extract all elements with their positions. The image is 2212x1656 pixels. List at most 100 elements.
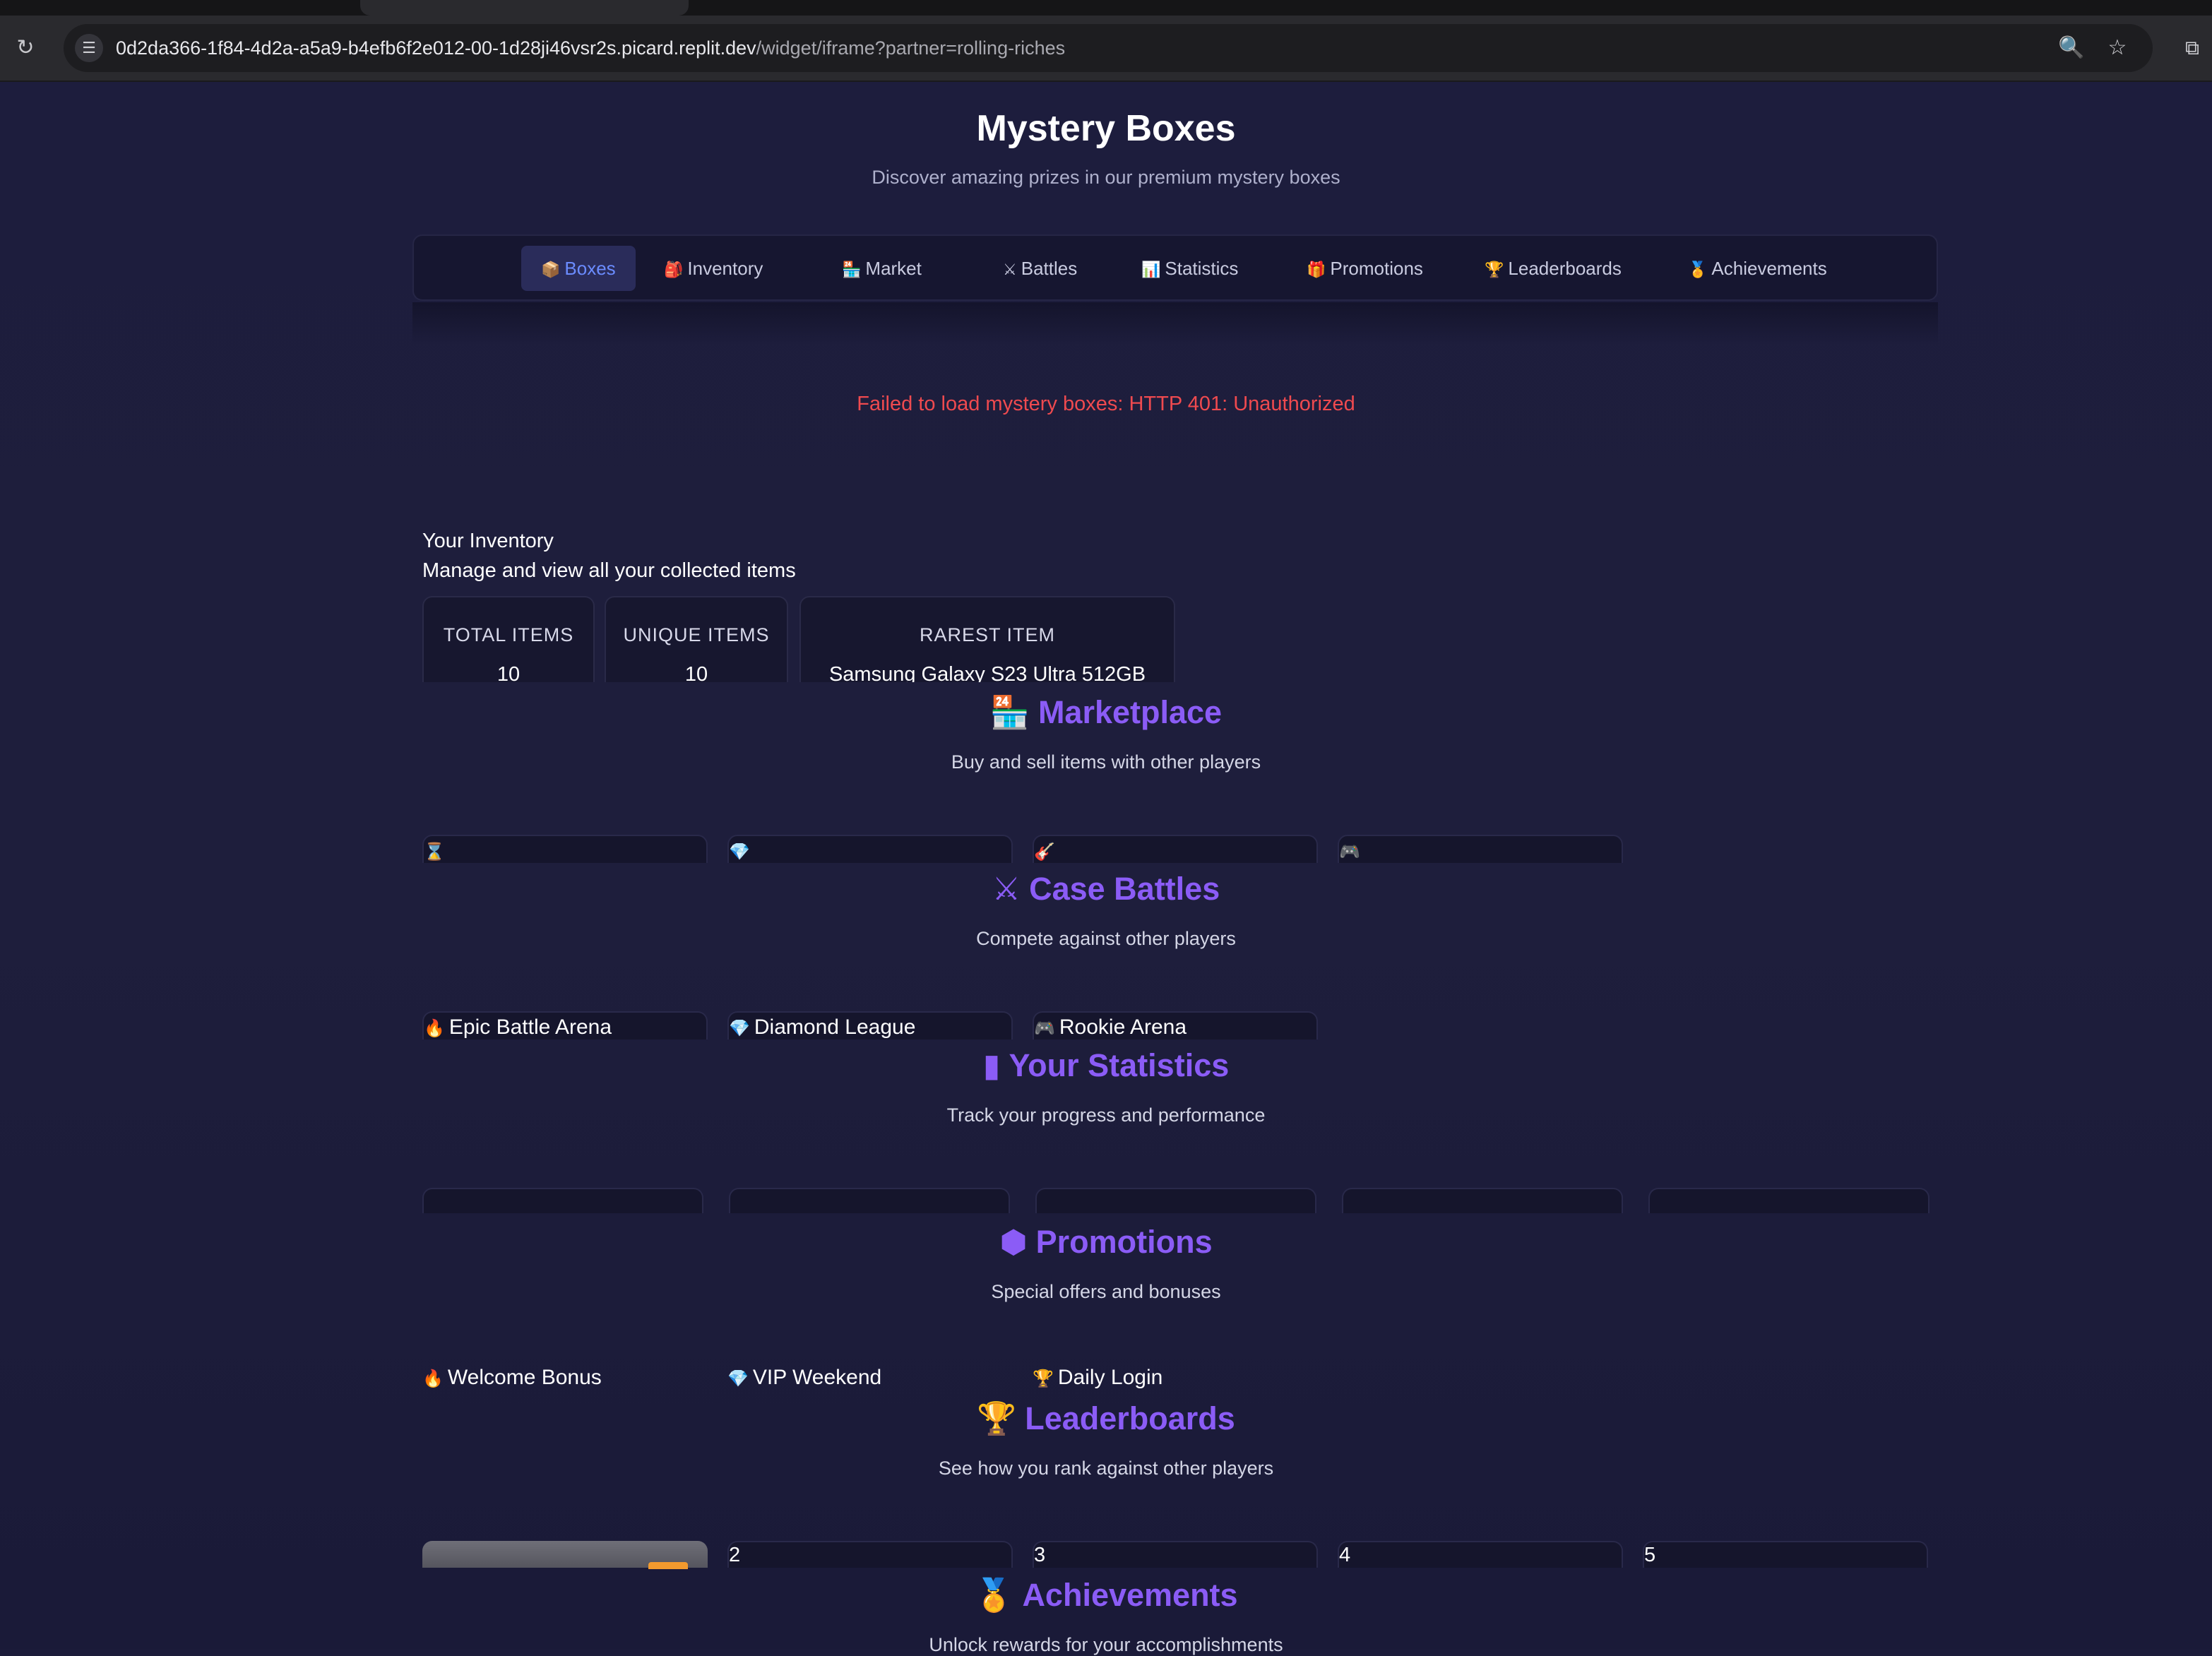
tab-promotions[interactable]: 🎁 Promotions (1287, 246, 1443, 291)
marketplace-title: 🏪 Marketplace (0, 693, 2212, 731)
medal-icon: 🏅 (974, 1577, 1014, 1613)
tab-market[interactable]: 🏪 Market (822, 246, 941, 291)
page-title: Mystery Boxes (976, 108, 1236, 149)
leaderboard-rank-1-card[interactable] (422, 1541, 708, 1569)
rank-number: 3 (1034, 1544, 1046, 1566)
hourglass-icon: ⌛ (424, 842, 445, 862)
tab-label: Achievements (1711, 258, 1827, 279)
section-title-text: Your Statistics (1009, 1047, 1230, 1083)
reload-icon[interactable]: ↻ (13, 35, 38, 61)
url-text[interactable]: 0d2da366-1f84-4d2a-a5a9-b4efb6f2e012-00-… (116, 24, 1065, 72)
marketplace-subtitle: Buy and sell items with other players (951, 751, 1261, 773)
battle-name: Epic Battle Arena (448, 1015, 612, 1039)
stat-label: TOTAL ITEMS (443, 624, 574, 645)
tabs-shadow (412, 302, 1938, 345)
bookmark-star-icon[interactable]: ☆ (2105, 35, 2130, 61)
section-title-text: Leaderboards (1025, 1400, 1235, 1436)
store-icon: 🏪 (842, 261, 862, 278)
stat-card-rarest-item: RAREST ITEM Samsung Galaxy S23 Ultra 512… (799, 596, 1175, 682)
browser-tab-strip (0, 0, 2212, 16)
tab-label: Battles (1021, 258, 1078, 279)
battle-name: Rookie Arena (1059, 1015, 1187, 1039)
store-icon: 🏪 (989, 694, 1030, 730)
gamepad-icon: 🎮 (1339, 842, 1360, 862)
battle-card[interactable]: 🎮 Rookie Arena (1033, 1011, 1318, 1040)
section-title-text: Case Battles (1029, 871, 1220, 907)
error-message: Failed to load mystery boxes: HTTP 401: … (857, 393, 1355, 415)
leaderboard-rank-card[interactable]: 5 (1643, 1541, 1928, 1568)
tab-label: Promotions (1330, 258, 1423, 279)
crossed-swords-icon: ⚔ (1003, 261, 1017, 278)
stat-label: UNIQUE ITEMS (623, 624, 770, 645)
url-host: 0d2da366-1f84-4d2a-a5a9-b4efb6f2e012-00-… (116, 37, 756, 59)
stat-value: Samsung Galaxy S23 Ultra 512GB (828, 663, 1146, 682)
promotion-name: VIP Weekend (752, 1366, 882, 1389)
section-title-text: Achievements (1022, 1577, 1238, 1613)
browser-toolbar: ↻ ☰ 0d2da366-1f84-4d2a-a5a9-b4efb6f2e012… (0, 16, 2212, 82)
crossed-swords-icon: ⚔ (992, 871, 1021, 907)
guitar-icon: 🎸 (1034, 842, 1055, 862)
statistic-card (729, 1188, 1010, 1213)
tab-achievements[interactable]: 🏅 Achievements (1668, 246, 1847, 291)
tab-battles[interactable]: ⚔ Battles (983, 246, 1097, 291)
statistic-card (1648, 1188, 1929, 1213)
diamond-icon: 💎 (727, 1369, 749, 1388)
tab-label: Boxes (564, 258, 616, 279)
browser-active-tab[interactable] (360, 0, 689, 16)
tab-inventory[interactable]: 🎒 Inventory (644, 246, 783, 291)
promotion-item[interactable]: 🏆 Daily Login (1033, 1366, 1163, 1390)
promotion-item[interactable]: 💎 VIP Weekend (727, 1366, 881, 1390)
address-bar[interactable]: ☰ 0d2da366-1f84-4d2a-a5a9-b4efb6f2e012-0… (64, 24, 2153, 72)
stat-card-unique-items: UNIQUE ITEMS 10 (605, 596, 788, 682)
leaderboard-rank-card[interactable]: 3 (1033, 1541, 1318, 1568)
market-item-card[interactable]: 🎸 (1033, 835, 1318, 863)
trophy-icon: 🏆 (977, 1400, 1017, 1436)
achievements-subtitle: Unlock rewards for your accomplishments (929, 1634, 1283, 1655)
battle-name: Diamond League (754, 1015, 916, 1039)
statistic-card (1035, 1188, 1316, 1213)
backpack-icon: 🎒 (664, 261, 684, 278)
section-title-text: Marketplace (1037, 694, 1223, 730)
site-info-icon[interactable]: ☰ (75, 34, 103, 62)
leaderboards-subtitle: See how you rank against other players (938, 1458, 1274, 1479)
statistic-card (422, 1188, 703, 1213)
leaderboard-rank-card[interactable]: 2 (727, 1541, 1013, 1568)
promotion-name: Welcome Bonus (447, 1366, 602, 1389)
leaderboard-rank-card[interactable]: 4 (1338, 1541, 1623, 1568)
tab-label: Statistics (1165, 258, 1239, 279)
rank-badge (648, 1562, 688, 1569)
rank-number: 2 (729, 1544, 741, 1566)
shield-icon: ⬢ (999, 1224, 1028, 1260)
zoom-icon[interactable]: 🔍 (2058, 35, 2084, 61)
stat-value: 10 (496, 663, 521, 682)
diamond-icon: 💎 (729, 842, 750, 862)
tab-leaderboards[interactable]: 🏆 Leaderboards (1465, 246, 1641, 291)
box-icon: 📦 (541, 261, 561, 278)
promotions-title: ⬢ Promotions (0, 1223, 2212, 1261)
promotion-item[interactable]: 🔥 Welcome Bonus (422, 1366, 602, 1390)
gamepad-icon: 🎮 (1034, 1019, 1055, 1038)
trophy-icon: 🏆 (1485, 261, 1504, 278)
statistics-title: ▮ Your Statistics (0, 1047, 2212, 1084)
medal-icon: 🏅 (1688, 261, 1708, 278)
widget-page: Mystery Boxes Discover amazing prizes in… (0, 82, 2212, 1655)
fire-icon: 🔥 (424, 1019, 445, 1038)
main-nav-tabs: 📦 Boxes 🎒 Inventory 🏪 Market ⚔ Battles 📊 Stat… (412, 234, 1938, 301)
tab-statistics[interactable]: 📊 Statistics (1122, 246, 1258, 291)
market-item-card[interactable]: ⌛ (422, 835, 708, 863)
gift-icon: 🎁 (1307, 261, 1326, 278)
market-item-card[interactable]: 🎮 (1338, 835, 1623, 863)
promotions-subtitle: Special offers and bonuses (991, 1281, 1221, 1302)
battle-card[interactable]: 💎 Diamond League (727, 1011, 1013, 1040)
achievements-title: 🏅 Achievements (0, 1576, 2212, 1614)
market-item-card[interactable]: 💎 (727, 835, 1013, 863)
url-path: /widget/iframe?partner=rolling-riches (756, 37, 1066, 59)
tab-boxes[interactable]: 📦 Boxes (521, 246, 636, 291)
rank-number: 4 (1339, 1544, 1351, 1566)
battle-card[interactable]: 🔥 Epic Battle Arena (422, 1011, 708, 1040)
inventory-title: Your Inventory (422, 530, 554, 552)
diamond-icon: 💎 (729, 1019, 750, 1038)
extensions-icon[interactable]: ⧉ (2180, 35, 2205, 61)
statistics-subtitle: Track your progress and performance (946, 1104, 1266, 1126)
leaderboards-title: 🏆 Leaderboards (0, 1400, 2212, 1437)
